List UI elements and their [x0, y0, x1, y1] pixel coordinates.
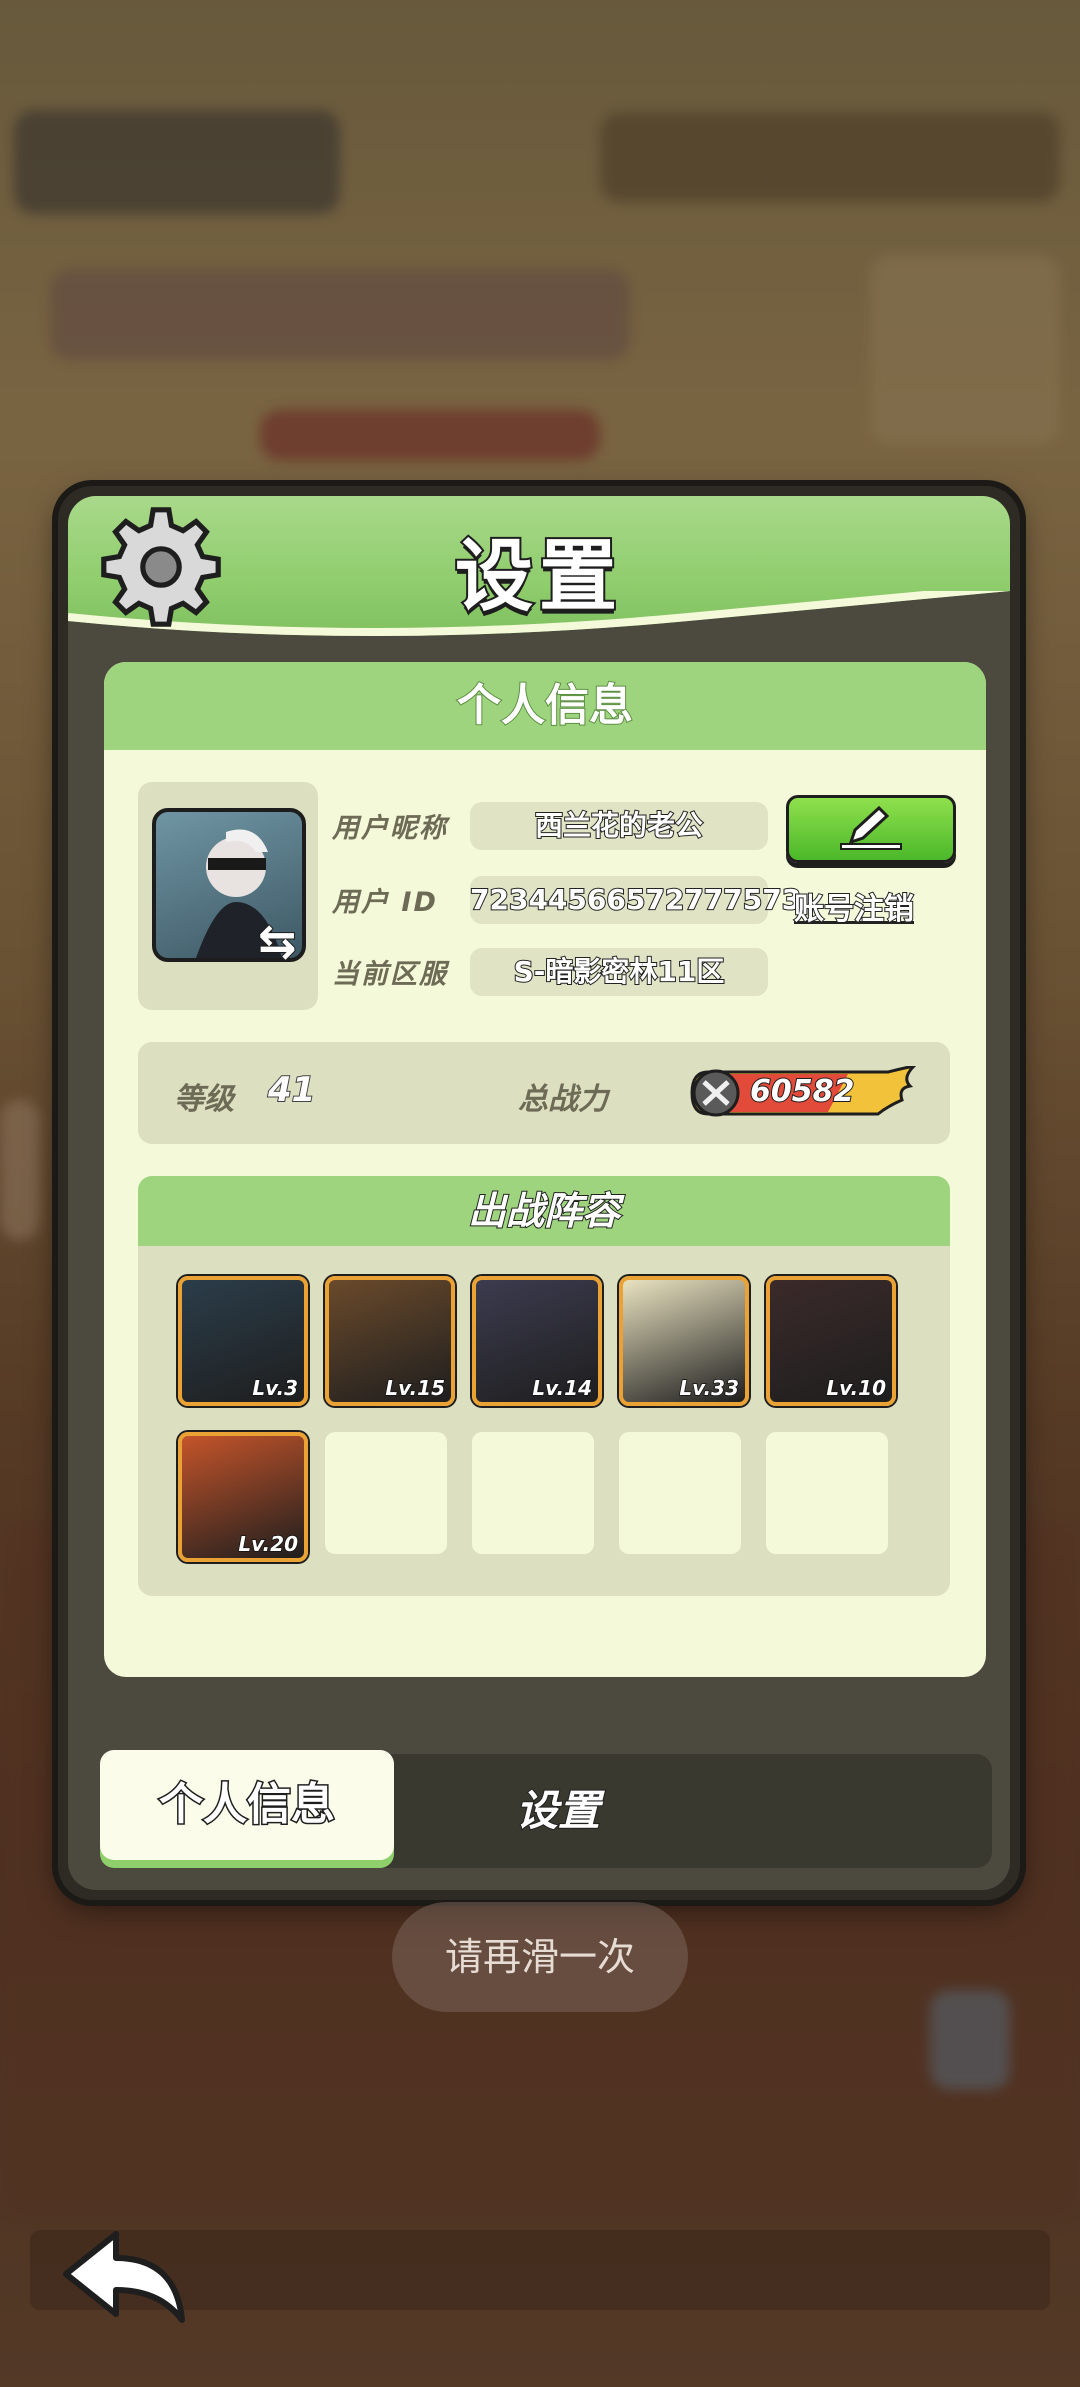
lineup-title: 出战阵容 — [138, 1176, 950, 1246]
personal-info-card: 个人信息 ⇆ 用户昵称 西兰花的老公 用户 ID 723445665727775… — [104, 662, 986, 1677]
level-label: 等级 — [174, 1082, 234, 1117]
empty-hero-slot[interactable] — [619, 1432, 741, 1554]
hero-level: Lv.33 — [679, 1375, 740, 1401]
nickname-label: 用户昵称 — [332, 813, 448, 844]
empty-hero-slot[interactable] — [766, 1432, 888, 1554]
dialog-body: 设置 个人信息 ⇆ 用户昵称 西兰花的老公 用户 ID 723445665727… — [68, 496, 1010, 1890]
dialog-header: 设置 — [68, 496, 1010, 661]
settings-dialog: 设置 个人信息 ⇆ 用户昵称 西兰花的老公 用户 ID 723445665727… — [58, 486, 1020, 1900]
power-label: 总战力 — [518, 1082, 608, 1117]
user-id-label: 用户 ID — [332, 887, 438, 918]
avatar-box[interactable]: ⇆ — [138, 782, 318, 1010]
back-arrow-icon[interactable] — [56, 2224, 196, 2334]
user-id-value: 72344566572777573 — [469, 876, 802, 924]
power-badge: 60582 — [688, 1066, 920, 1120]
account-cancel-link[interactable]: 账号注销 — [793, 884, 915, 928]
hero-level: Lv.14 — [532, 1375, 593, 1401]
dialog-title: 设置 — [453, 530, 623, 624]
empty-hero-slot[interactable] — [325, 1432, 447, 1554]
hero-slot[interactable]: Lv.15 — [325, 1276, 455, 1406]
server-value: S-暗影密林11区 — [470, 948, 768, 996]
hero-level: Lv.10 — [826, 1375, 887, 1401]
empty-hero-slot[interactable] — [472, 1432, 594, 1554]
tab-personal-info[interactable]: 个人信息 — [100, 1750, 394, 1860]
tab-settings[interactable]: 设置 — [515, 1754, 601, 1868]
hero-slot[interactable]: Lv.20 — [178, 1432, 308, 1562]
hero-level: Lv.15 — [385, 1375, 446, 1401]
power-value: 60582 — [749, 1073, 855, 1110]
edit-nickname-button[interactable] — [786, 795, 956, 863]
toast-message: 请再滑一次 — [392, 1902, 688, 2012]
server-label: 当前区服 — [332, 959, 448, 990]
hero-level: Lv.20 — [238, 1531, 299, 1557]
tab-bar: 个人信息 设置 — [100, 1750, 992, 1868]
level-value: 41 — [267, 1069, 316, 1111]
nickname-value: 西兰花的老公 — [470, 802, 768, 850]
battle-lineup: 出战阵容 Lv.3 Lv.15 Lv.14 Lv.33 Lv.10 Lv.20 — [138, 1176, 950, 1596]
stats-bar: 等级 41 总战力 60582 — [138, 1042, 950, 1144]
swap-icon[interactable]: ⇆ — [257, 913, 306, 969]
hero-slot[interactable]: Lv.3 — [178, 1276, 308, 1406]
hero-level: Lv.3 — [252, 1375, 299, 1401]
section-title: 个人信息 — [104, 662, 986, 750]
hero-slot[interactable]: Lv.14 — [472, 1276, 602, 1406]
pencil-icon — [840, 805, 902, 850]
hero-slot[interactable]: Lv.33 — [619, 1276, 749, 1406]
hero-slot[interactable]: Lv.10 — [766, 1276, 896, 1406]
